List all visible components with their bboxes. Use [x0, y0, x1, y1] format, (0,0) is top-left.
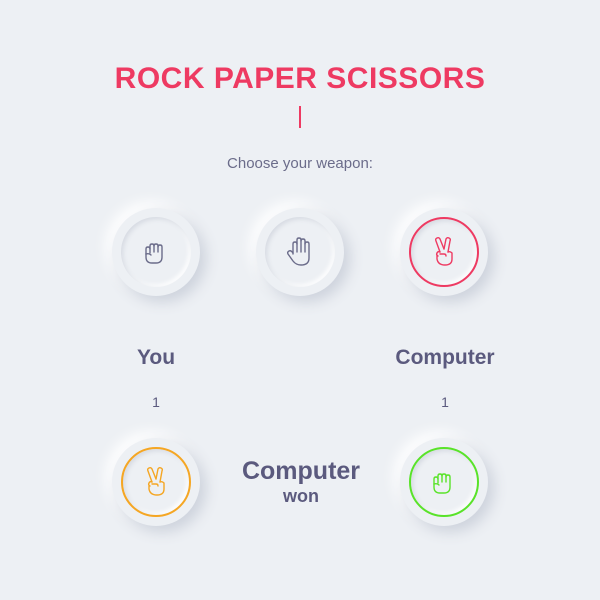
- player-choice-inner: [121, 447, 191, 517]
- player-you-label: You: [136, 346, 176, 369]
- player-computer-label: Computer: [395, 346, 495, 369]
- computer-choice: [400, 438, 488, 526]
- scissors-button-inner: [409, 217, 479, 287]
- player-computer-score: 1: [441, 394, 449, 410]
- paper-button[interactable]: [256, 208, 344, 296]
- rock-button[interactable]: [112, 208, 200, 296]
- weapon-prompt: Choose your weapon:: [227, 155, 373, 172]
- result-message: Computer won: [220, 456, 382, 506]
- player-choice: [112, 438, 200, 526]
- fist-icon: [433, 473, 451, 494]
- victory-hand-icon: [146, 466, 165, 496]
- result-winner: Computer: [241, 457, 361, 485]
- fist-icon: [145, 243, 163, 264]
- title-divider: [299, 106, 301, 128]
- paper-button-inner: [265, 217, 335, 287]
- victory-hand-icon: [434, 236, 453, 266]
- computer-choice-inner: [409, 447, 479, 517]
- game-page: ROCK PAPER SCISSORS Choose your weapon:: [0, 0, 600, 600]
- result-verb: won: [283, 486, 319, 506]
- rock-button-inner: [121, 217, 191, 287]
- scissors-button[interactable]: [400, 208, 488, 296]
- open-hand-icon: [286, 237, 310, 266]
- player-you-score: 1: [152, 394, 160, 410]
- page-title: ROCK PAPER SCISSORS: [114, 62, 486, 95]
